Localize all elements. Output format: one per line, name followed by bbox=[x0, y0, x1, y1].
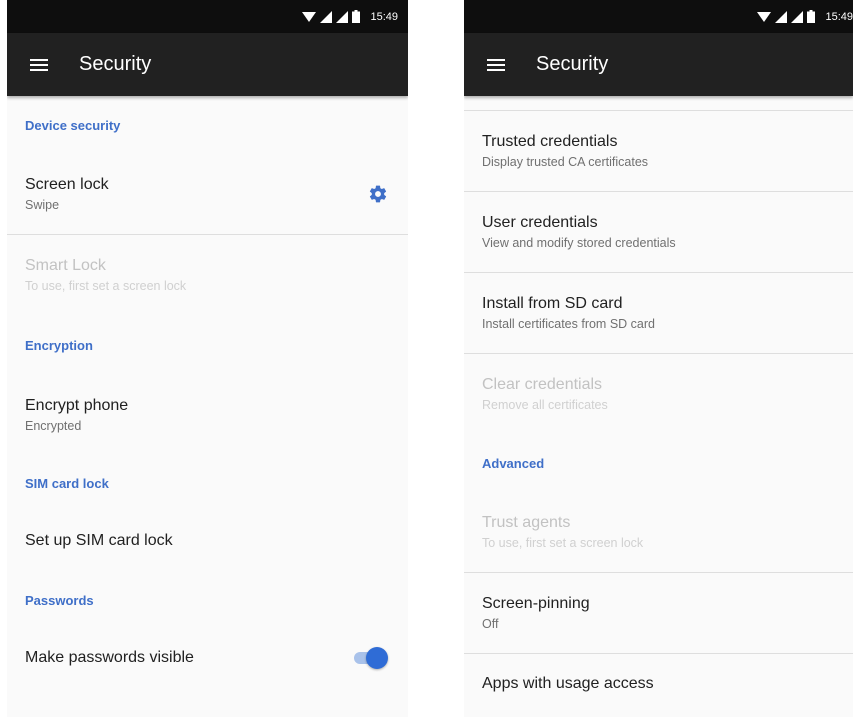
item-title: Set up SIM card lock bbox=[25, 532, 173, 549]
item-summary: Remove all certificates bbox=[482, 398, 608, 412]
item-title: Install from SD card bbox=[482, 295, 623, 312]
wifi-icon bbox=[302, 11, 317, 22]
section-header-encryption: Encryption bbox=[25, 337, 93, 353]
smart-lock-item: Smart Lock To use, first set a screen lo… bbox=[7, 235, 408, 315]
toolbar: Security bbox=[464, 33, 853, 96]
trust-agents-item: Trust agents To use, first set a screen … bbox=[464, 492, 853, 572]
encrypt-phone-item[interactable]: Encrypt phone Encrypted bbox=[7, 375, 408, 455]
item-summary: To use, first set a screen lock bbox=[482, 536, 644, 550]
section-header-passwords: Passwords bbox=[25, 592, 94, 608]
list-top-spacer bbox=[464, 96, 853, 110]
status-time: 15:49 bbox=[825, 10, 853, 23]
item-title: Smart Lock bbox=[25, 257, 106, 274]
item-title: Screen lock bbox=[25, 176, 109, 193]
item-title: User credentials bbox=[482, 214, 598, 231]
status-icons bbox=[757, 10, 816, 23]
page-title: Security bbox=[79, 53, 152, 75]
section-header-device-administration: Device administration bbox=[7, 687, 408, 717]
item-title: Encrypt phone bbox=[25, 397, 129, 414]
battery-icon bbox=[807, 10, 816, 23]
wifi-icon bbox=[757, 11, 772, 22]
signal-icon bbox=[320, 10, 333, 23]
item-title: Trust agents bbox=[482, 514, 571, 531]
menu-icon[interactable] bbox=[11, 33, 67, 96]
signal-icon bbox=[775, 10, 788, 23]
settings-list: Device security Screen lock Swipe Smart … bbox=[7, 96, 408, 717]
screen-lock-item[interactable]: Screen lock Swipe bbox=[7, 154, 408, 234]
make-passwords-visible-item[interactable]: Make passwords visible bbox=[7, 629, 408, 687]
right-screen: 15:49 Security Trusted credentials Displ… bbox=[464, 0, 853, 717]
item-title: Apps with usage access bbox=[482, 675, 654, 692]
item-title: Trusted credentials bbox=[482, 133, 618, 150]
screen-pinning-item[interactable]: Screen-pinning Off bbox=[464, 573, 853, 653]
item-summary: Display trusted CA certificates bbox=[482, 155, 649, 169]
passwords-visible-toggle[interactable] bbox=[352, 647, 388, 669]
item-title: Make passwords visible bbox=[25, 649, 194, 666]
signal-icon bbox=[791, 10, 804, 23]
clear-credentials-item: Clear credentials Remove all certificate… bbox=[464, 354, 853, 434]
gear-icon[interactable] bbox=[368, 184, 388, 204]
item-summary: View and modify stored credentials bbox=[482, 236, 676, 250]
item-summary: Swipe bbox=[25, 198, 60, 212]
settings-list: Trusted credentials Display trusted CA c… bbox=[464, 96, 853, 714]
section-header-device-security: Device security bbox=[25, 117, 121, 133]
toolbar: Security bbox=[7, 33, 408, 96]
section-header-sim-card-lock: SIM card lock bbox=[25, 475, 109, 491]
user-credentials-item[interactable]: User credentials View and modify stored … bbox=[464, 192, 853, 272]
section-header-advanced: Advanced bbox=[482, 455, 545, 471]
status-bar: 15:49 bbox=[464, 0, 853, 33]
item-summary: To use, first set a screen lock bbox=[25, 279, 187, 293]
item-title: Clear credentials bbox=[482, 376, 603, 393]
item-summary: Off bbox=[482, 617, 499, 631]
toggle-thumb bbox=[366, 647, 388, 669]
menu-icon[interactable] bbox=[468, 33, 524, 96]
left-screen: 15:49 Security Device security Screen lo… bbox=[7, 0, 408, 717]
status-bar: 15:49 bbox=[7, 0, 408, 33]
page-title: Security bbox=[536, 53, 609, 75]
battery-icon bbox=[352, 10, 361, 23]
item-title: Screen-pinning bbox=[482, 595, 590, 612]
apps-with-usage-access-item[interactable]: Apps with usage access bbox=[464, 654, 853, 714]
trusted-credentials-item[interactable]: Trusted credentials Display trusted CA c… bbox=[464, 111, 853, 191]
item-summary: Encrypted bbox=[25, 419, 82, 433]
install-from-sd-card-item[interactable]: Install from SD card Install certificate… bbox=[464, 273, 853, 353]
signal-icon bbox=[336, 10, 349, 23]
status-icons bbox=[302, 10, 361, 23]
status-time: 15:49 bbox=[370, 10, 398, 23]
item-summary: Install certificates from SD card bbox=[482, 317, 655, 331]
sim-card-lock-item[interactable]: Set up SIM card lock bbox=[7, 511, 408, 571]
